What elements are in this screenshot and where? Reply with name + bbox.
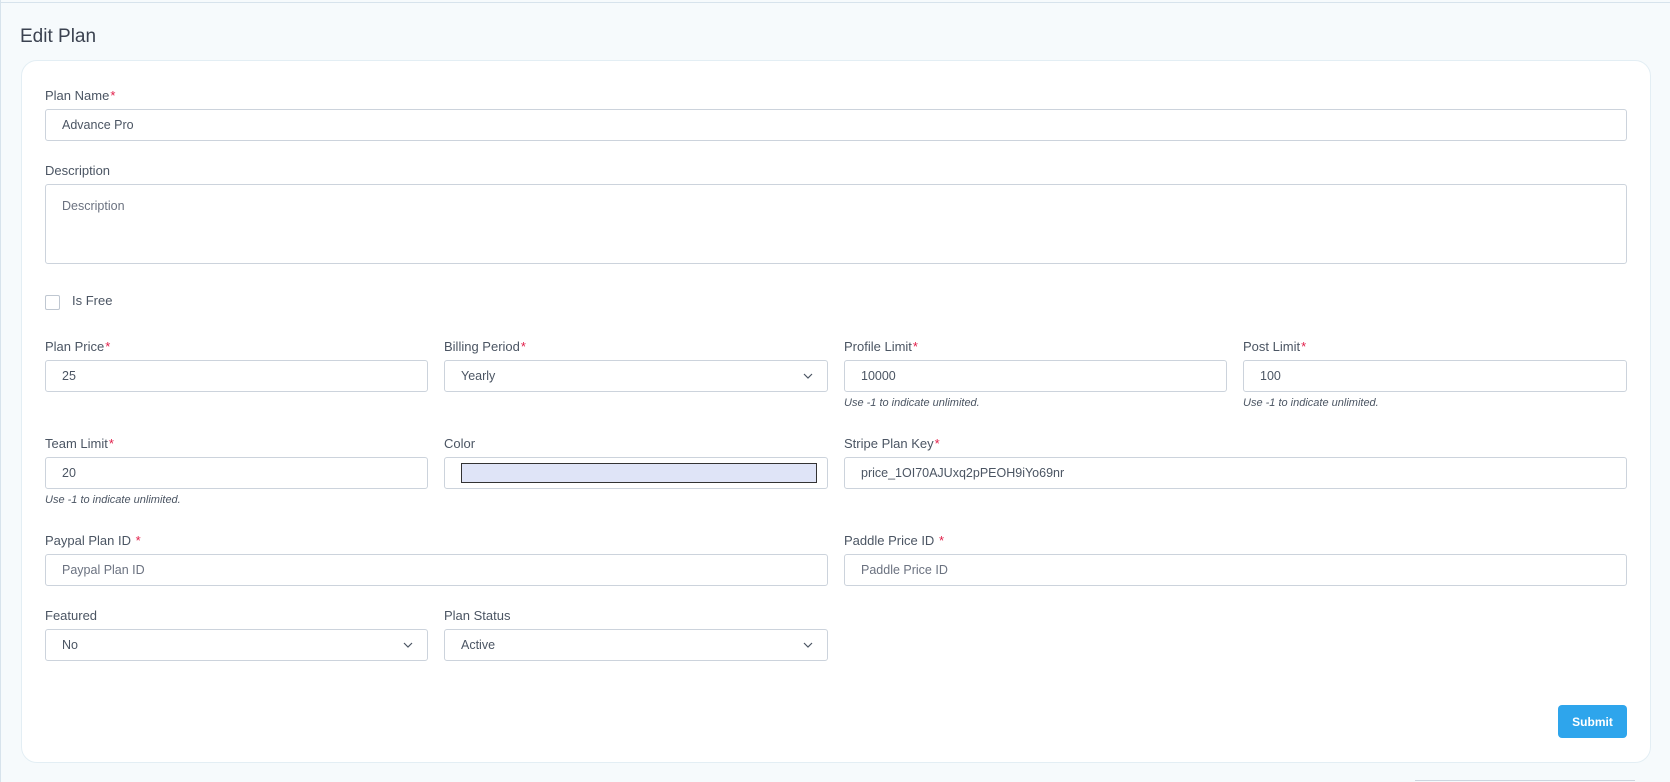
post-limit-label: Post Limit* [1243, 339, 1307, 354]
page-title: Edit Plan [20, 26, 97, 47]
stripe-plan-key-value: price_1OI70AJUxq2pPEOH9iYo69nr [861, 466, 1065, 480]
plan-status-value: Active [461, 638, 496, 652]
stripe-plan-key-label: Stripe Plan Key* [844, 436, 940, 451]
description-textarea[interactable]: Description [45, 184, 1627, 264]
plan-price-input[interactable]: 25 [45, 360, 428, 392]
chevron-down-icon [803, 642, 813, 648]
is-free-label: Is Free [72, 293, 113, 308]
plan-name-label: Plan Name* [45, 88, 116, 103]
team-limit-label: Team Limit* [45, 436, 114, 451]
color-label: Color [444, 436, 476, 451]
description-label: Description [45, 163, 111, 178]
paypal-plan-id-placeholder: Paypal Plan ID [62, 563, 145, 577]
submit-button[interactable]: Submit [1558, 705, 1627, 738]
paddle-price-id-placeholder: Paddle Price ID [861, 563, 948, 577]
post-limit-value: 100 [1260, 369, 1281, 383]
profile-limit-value: 10000 [861, 369, 896, 383]
paddle-price-id-label: Paddle Price ID * [844, 533, 944, 548]
billing-period-value: Yearly [461, 369, 496, 383]
left-divider [0, 0, 1, 782]
color-swatch [461, 463, 817, 483]
plan-status-select[interactable]: Active [444, 629, 828, 661]
featured-select[interactable]: No [45, 629, 428, 661]
is-free-checkbox[interactable] [45, 295, 60, 310]
team-limit-input[interactable]: 20 [45, 457, 428, 489]
post-limit-hint: Use -1 to indicate unlimited. [1243, 397, 1379, 409]
featured-value: No [62, 638, 78, 652]
stripe-plan-key-input[interactable]: price_1OI70AJUxq2pPEOH9iYo69nr [844, 457, 1627, 489]
billing-period-select[interactable]: Yearly [444, 360, 828, 392]
profile-limit-label: Profile Limit* [844, 339, 918, 354]
description-placeholder: Description [62, 199, 125, 213]
paypal-plan-id-input[interactable]: Paypal Plan ID [45, 554, 828, 586]
color-picker[interactable] [444, 457, 828, 489]
top-divider [0, 2, 1670, 3]
profile-limit-hint: Use -1 to indicate unlimited. [844, 397, 980, 409]
team-limit-hint: Use -1 to indicate unlimited. [45, 494, 181, 506]
post-limit-input[interactable]: 100 [1243, 360, 1627, 392]
bottom-edge-line [1415, 780, 1635, 781]
team-limit-value: 20 [62, 466, 76, 480]
chevron-down-icon [803, 373, 813, 379]
paddle-price-id-input[interactable]: Paddle Price ID [844, 554, 1627, 586]
plan-status-label: Plan Status [444, 608, 511, 623]
plan-price-value: 25 [62, 369, 76, 383]
plan-name-input[interactable]: Advance Pro [45, 109, 1627, 141]
profile-limit-input[interactable]: 10000 [844, 360, 1227, 392]
billing-period-label: Billing Period* [444, 339, 526, 354]
plan-price-label: Plan Price* [45, 339, 111, 354]
paypal-plan-id-label: Paypal Plan ID * [45, 533, 141, 548]
featured-label: Featured [45, 608, 98, 623]
chevron-down-icon [403, 642, 413, 648]
plan-name-value: Advance Pro [62, 118, 134, 132]
